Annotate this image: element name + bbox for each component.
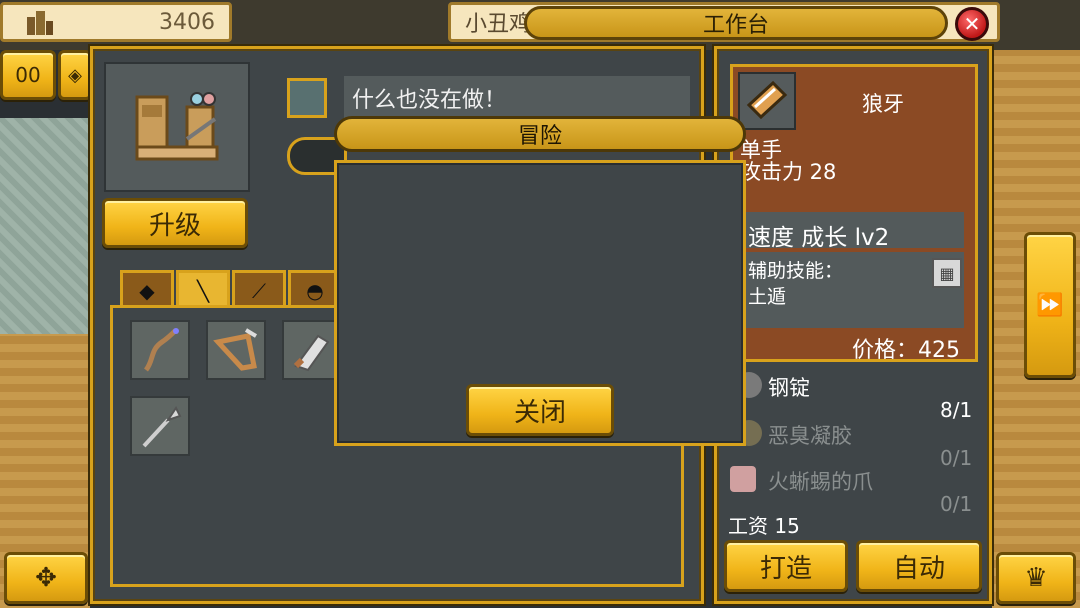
buildings-icon <box>25 9 55 35</box>
hud-pause-button[interactable]: 00 <box>0 50 56 100</box>
gold-counter: 3406 <box>0 2 232 42</box>
wolf-fang-icon <box>746 80 788 120</box>
material-name: 火蜥蜴的爪 <box>768 470 873 494</box>
item-speed-growth: 速度 成长 lv2 <box>748 225 890 251</box>
crown-button[interactable]: ♛ <box>996 552 1076 604</box>
partner-name: 小丑鸡 <box>465 12 532 37</box>
workbench-icon <box>135 92 219 161</box>
workbench-station <box>104 62 250 192</box>
game-screen: 3406 小丑鸡 工作台 ✕ 00 ◈ ✥ 升级 什么也没在做！ ◆ ╲ ⟋ ◓… <box>0 0 1080 608</box>
craft-button[interactable]: 打造 <box>724 540 848 592</box>
inventory-slot[interactable] <box>282 320 342 380</box>
status-text: 什么也没在做！ <box>344 76 690 120</box>
tab-staff[interactable]: ╲ <box>176 270 230 308</box>
inventory-slot[interactable] <box>130 396 190 456</box>
skill-icon[interactable]: ▦ <box>932 258 962 288</box>
move-dpad-button[interactable]: ✥ <box>4 552 88 604</box>
gold-amount: 3406 <box>159 9 215 35</box>
window-title: 工作台 <box>524 6 948 40</box>
tab-shield[interactable]: ◆ <box>120 270 174 308</box>
blade-item-icon <box>293 334 330 372</box>
material-count: 0/1 <box>940 492 973 516</box>
inventory-slot[interactable] <box>130 320 190 380</box>
helmet-icon: ◓ <box>306 278 324 303</box>
hud-settings-button[interactable]: ◈ <box>58 50 92 100</box>
left-floor-tiles <box>0 118 90 334</box>
material-name: 钢锭 <box>768 376 810 400</box>
inventory-slot[interactable] <box>206 320 266 380</box>
upgrade-button[interactable]: 升级 <box>102 198 248 248</box>
status-indicator <box>287 78 327 118</box>
auto-button[interactable]: 自动 <box>856 540 982 592</box>
saw-item-icon <box>213 328 258 371</box>
skill-name: 土遁 <box>748 286 787 308</box>
staff-item-icon <box>143 328 179 372</box>
material-count: 0/1 <box>940 446 973 470</box>
wage-label: 工资 15 <box>728 514 800 538</box>
shield-icon: ◆ <box>139 278 155 303</box>
item-attack: 攻击力 28 <box>740 160 837 184</box>
item-icon-box <box>738 72 796 130</box>
crown-icon: ♛ <box>1024 563 1048 593</box>
item-price: 价格：425 <box>852 338 960 363</box>
dialog-title: 冒险 <box>334 116 746 152</box>
spear-item-icon <box>142 406 182 448</box>
staff-icon: ╲ <box>196 278 210 303</box>
item-name: 狼牙 <box>862 92 904 116</box>
dialog-close-button[interactable]: 关闭 <box>466 384 614 436</box>
close-icon[interactable]: ✕ <box>955 7 989 41</box>
dpad-icon: ✥ <box>35 563 57 593</box>
tab-wand[interactable]: ⟋ <box>232 270 286 308</box>
next-page-button[interactable]: ⏩ <box>1024 232 1076 378</box>
material-count: 8/1 <box>940 398 973 422</box>
wand-icon: ⟋ <box>252 278 266 303</box>
material-name: 恶臭凝胶 <box>768 424 852 448</box>
fast-forward-icon: ⏩ <box>1036 292 1064 318</box>
claw-icon <box>730 466 756 492</box>
settings-icon: ◈ <box>68 64 82 86</box>
assist-skill-label: 辅助技能： <box>748 260 844 282</box>
